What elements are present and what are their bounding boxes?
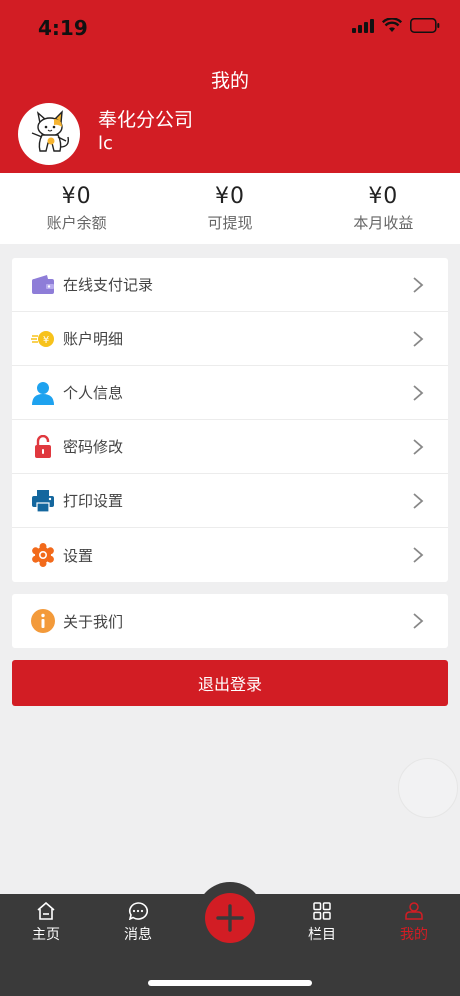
coin-icon: ¥: [31, 327, 55, 351]
stat-value: ¥0: [368, 184, 399, 209]
menu-item-account-details[interactable]: ¥ 账户明细: [12, 312, 448, 366]
tab-label: 我的: [400, 927, 428, 943]
menu-item-label: 设置: [63, 546, 94, 565]
settings-icon: [31, 543, 55, 567]
chevron-right-icon: [413, 547, 424, 563]
tab-label: 消息: [124, 927, 152, 943]
chevron-right-icon: [413, 439, 424, 455]
menu-item-payment-records[interactable]: 在线支付记录: [12, 258, 448, 312]
menu-item-change-password[interactable]: 密码修改: [12, 420, 448, 474]
lock-icon: [31, 434, 55, 459]
menu-item-label: 在线支付记录: [63, 276, 154, 294]
status-bar: 4:19: [0, 0, 460, 58]
menu-item-label: 密码修改: [63, 438, 124, 456]
info-icon: [31, 609, 55, 633]
tab-label: 栏目: [308, 927, 336, 943]
svg-text:¥: ¥: [43, 335, 49, 346]
stat-value: ¥0: [214, 184, 245, 209]
grid-icon: [313, 902, 331, 920]
stat-label: 本月收益: [353, 214, 414, 232]
printer-icon: [31, 489, 55, 513]
stat-label: 可提现: [207, 214, 253, 232]
tab-columns[interactable]: 栏目: [282, 902, 362, 944]
menu-item-personal-info[interactable]: 个人信息: [12, 366, 448, 420]
about-card: 关于我们: [12, 594, 448, 648]
home-icon: [37, 902, 55, 920]
chat-icon: [128, 902, 148, 920]
logout-button[interactable]: 退出登录: [12, 660, 448, 706]
chevron-right-icon: [413, 613, 424, 629]
menu-item-about-us[interactable]: 关于我们: [12, 594, 448, 648]
signal-icon: [352, 18, 374, 33]
tab-messages[interactable]: 消息: [98, 902, 178, 944]
menu-item-label: 打印设置: [63, 492, 124, 510]
status-time: 4:19: [38, 16, 88, 40]
profile-header: 4:19 我的 奉化分公司 lc: [0, 0, 460, 173]
balance-stats: ¥0 账户余额 ¥0 可提现 ¥0 本月收益: [0, 173, 460, 244]
stat-withdrawable[interactable]: ¥0 可提现: [153, 173, 306, 244]
battery-icon: [410, 18, 440, 33]
menu-card: 在线支付记录 ¥ 账户明细 个人信息 密码修改 打印设置 设置: [12, 258, 448, 582]
home-indicator: [148, 980, 312, 986]
chevron-right-icon: [413, 277, 424, 293]
chevron-right-icon: [413, 493, 424, 509]
floating-assistive-button[interactable]: [398, 758, 458, 818]
menu-item-label: 账户明细: [63, 330, 124, 348]
menu-item-settings[interactable]: 设置: [12, 528, 448, 582]
stat-monthly-income[interactable]: ¥0 本月收益: [307, 173, 460, 244]
username: lc: [98, 133, 113, 154]
avatar[interactable]: [18, 103, 80, 165]
company-name: 奉化分公司: [98, 109, 194, 131]
cat-avatar-icon: [31, 110, 70, 152]
chevron-right-icon: [413, 385, 424, 401]
tab-home[interactable]: 主页: [6, 902, 86, 944]
add-button[interactable]: [205, 893, 255, 943]
stat-balance[interactable]: ¥0 账户余额: [0, 173, 153, 244]
status-icons: [352, 18, 440, 33]
plus-icon: [216, 904, 244, 932]
stat-label: 账户余额: [46, 214, 107, 232]
stat-value: ¥0: [61, 184, 92, 209]
chevron-right-icon: [413, 331, 424, 347]
menu-item-label: 个人信息: [63, 384, 124, 402]
menu-item-label: 关于我们: [63, 612, 124, 631]
wifi-icon: [382, 18, 402, 32]
tab-label: 主页: [32, 927, 60, 943]
tab-mine[interactable]: 我的: [374, 902, 454, 944]
menu-item-print-settings[interactable]: 打印设置: [12, 474, 448, 528]
person-icon: [31, 381, 55, 405]
page-title: 我的: [210, 70, 249, 92]
wallet-icon: [31, 273, 55, 297]
user-icon: [405, 902, 423, 920]
